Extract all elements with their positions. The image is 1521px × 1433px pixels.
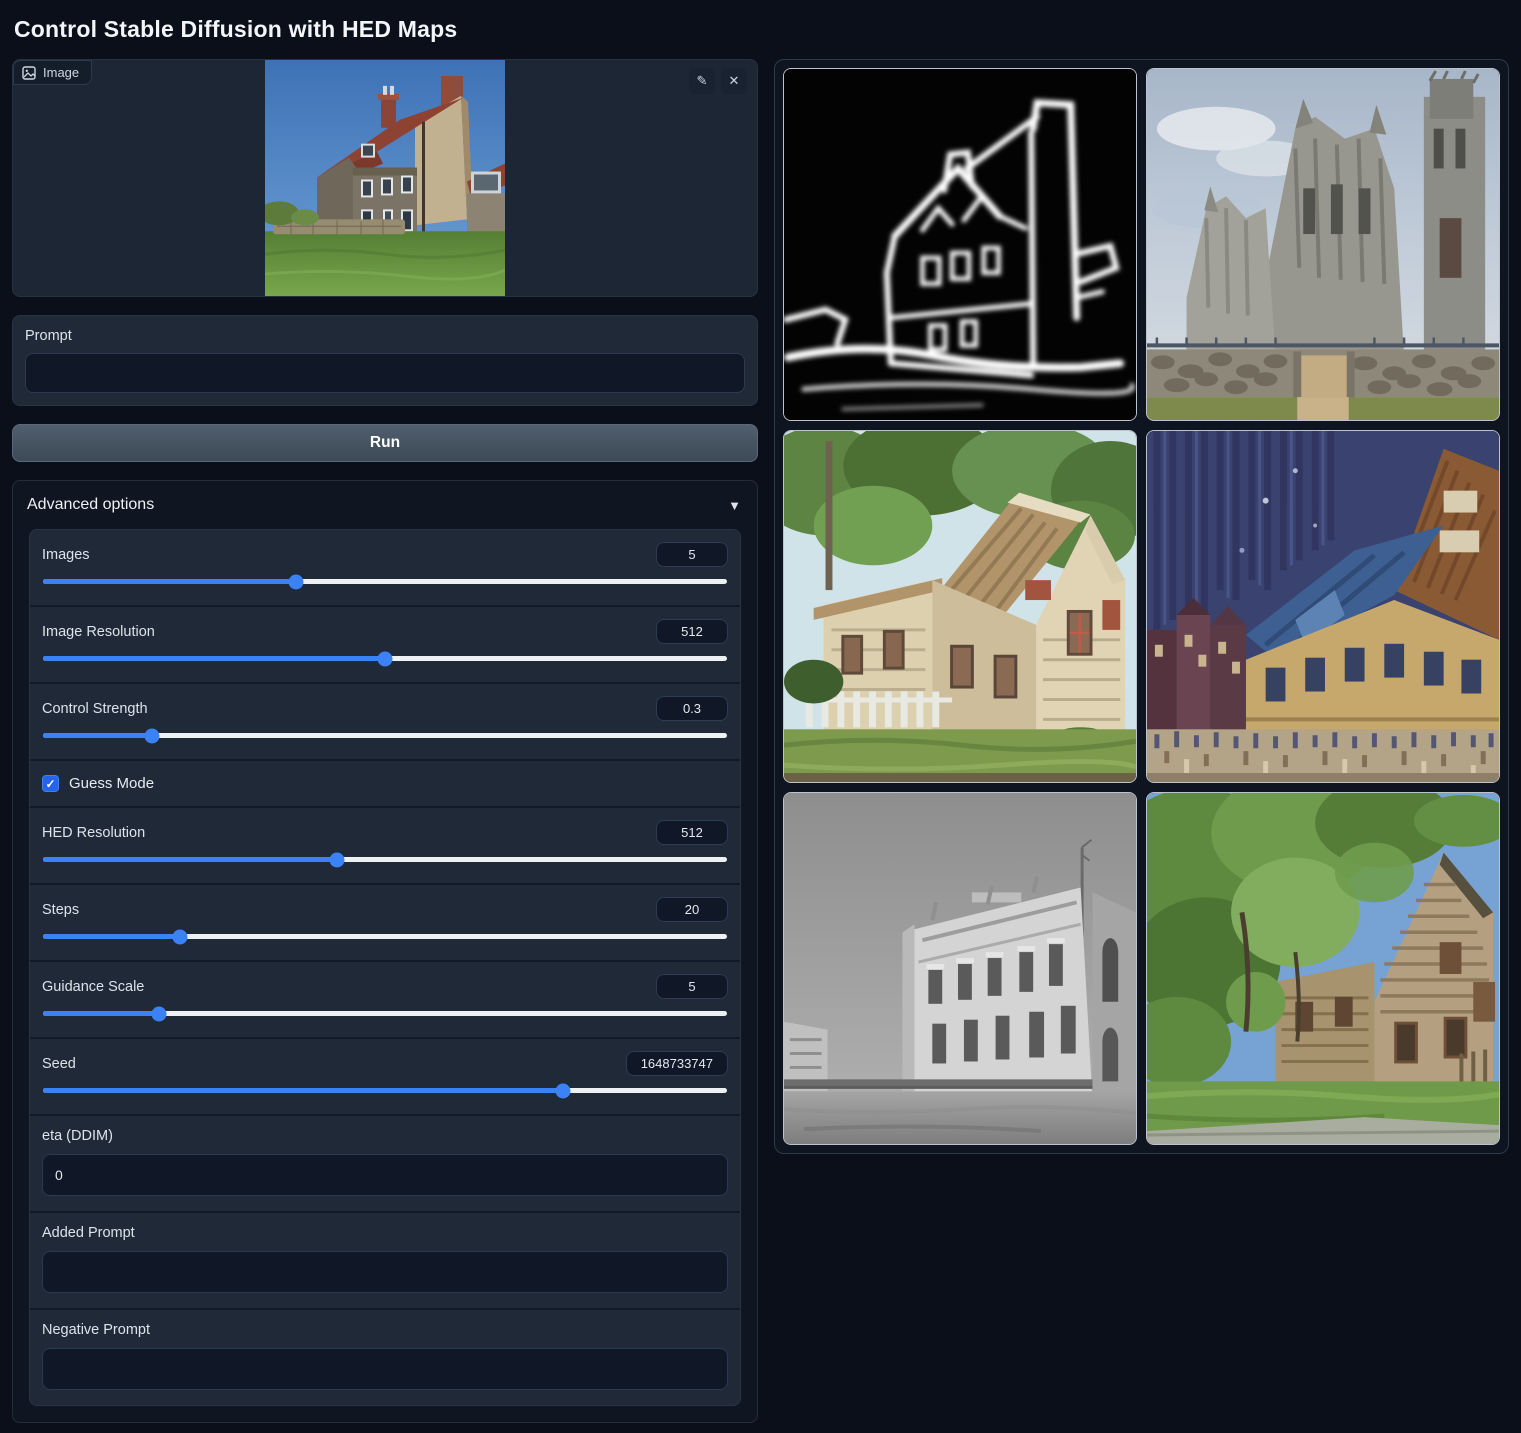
slider-label: HED Resolution [42,825,145,841]
edit-image-button[interactable]: ✎ [689,68,715,94]
slider-row-hed-resolution: HED Resolution 512 [30,806,740,883]
gallery-item-cathedral[interactable] [1146,68,1500,421]
slider-track[interactable] [43,1011,727,1016]
prompt-block: Prompt [12,315,758,406]
uploaded-house-photo [265,60,505,296]
slider-handle[interactable] [330,852,345,867]
slider-row-steps: Steps 20 [30,883,740,960]
grayscale-image [784,793,1136,1144]
hed-map-image [784,69,1136,420]
slider-row-control-strength: Control Strength 0.3 [30,682,740,759]
slider-row-image-resolution: Image Resolution 512 [30,605,740,682]
cottage-image [784,431,1136,782]
eta-ddim-row: eta (DDIM) [30,1114,740,1211]
result-gallery [774,59,1509,1154]
added-prompt-row: Added Prompt [30,1211,740,1308]
gallery-item-painted-cottage[interactable] [783,430,1137,783]
chevron-down-icon: ▼ [728,498,741,513]
slider-value-box[interactable]: 512 [656,820,728,845]
gallery-item-stone-house[interactable] [1146,792,1500,1145]
slider-row-guidance-scale: Guidance Scale 5 [30,960,740,1037]
impressionist-image [1147,431,1499,782]
run-button[interactable]: Run [12,424,758,462]
slider-label: Steps [42,902,79,918]
slider-track[interactable] [43,579,727,584]
gallery-item-grayscale-building[interactable] [783,792,1137,1145]
eta-ddim-input[interactable] [42,1154,728,1196]
close-icon: ✕ [729,73,740,89]
slider-track[interactable] [43,857,727,862]
advanced-options-header[interactable]: Advanced options ▼ [13,481,757,527]
negative-prompt-label: Negative Prompt [42,1322,728,1338]
slider-handle[interactable] [289,574,304,589]
slider-handle[interactable] [172,929,187,944]
slider-label: Control Strength [42,701,148,717]
guess-mode-label: Guess Mode [69,775,154,792]
slider-row-images: Images 5 [30,530,740,605]
guess-mode-row: ✓ Guess Mode [30,759,740,806]
image-input-label: Image [43,65,79,80]
image-input-block[interactable]: Image ✎ ✕ [12,59,758,297]
eta-ddim-label: eta (DDIM) [42,1128,728,1144]
slider-handle[interactable] [555,1083,570,1098]
negative-prompt-input[interactable] [42,1348,728,1390]
slider-value-box[interactable]: 5 [656,542,728,567]
slider-track[interactable] [43,934,727,939]
stone-house-image [1147,793,1499,1144]
slider-handle[interactable] [378,651,393,666]
prompt-label: Prompt [25,328,745,344]
negative-prompt-row: Negative Prompt [30,1308,740,1405]
page-title: Control Stable Diffusion with HED Maps [14,16,1509,43]
slider-value-box[interactable]: 20 [656,897,728,922]
slider-value-box[interactable]: 5 [656,974,728,999]
slider-value-box[interactable]: 0.3 [656,696,728,721]
controls-column: Image ✎ ✕ [12,59,758,1423]
prompt-input[interactable] [25,353,745,393]
added-prompt-input[interactable] [42,1251,728,1293]
image-icon [22,66,36,80]
pencil-icon: ✎ [697,73,708,89]
slider-handle[interactable] [145,728,160,743]
slider-value-box[interactable]: 1648733747 [626,1051,728,1076]
slider-track[interactable] [43,733,727,738]
slider-value-box[interactable]: 512 [656,619,728,644]
image-input-badge: Image [13,60,92,85]
gallery-item-hed-edge-map[interactable] [783,68,1137,421]
clear-image-button[interactable]: ✕ [721,68,747,94]
slider-label: Images [42,547,90,563]
slider-label: Image Resolution [42,624,155,640]
advanced-options-accordion: Advanced options ▼ Images 5 [12,480,758,1423]
gallery-item-impressionist-building[interactable] [1146,430,1500,783]
guess-mode-checkbox[interactable]: ✓ [42,775,59,792]
advanced-controls-group: Images 5 Image Resolution 512 [29,529,741,1406]
slider-handle[interactable] [152,1006,167,1021]
slider-label: Guidance Scale [42,979,144,995]
slider-label: Seed [42,1056,76,1072]
check-icon: ✓ [45,777,55,791]
slider-row-seed: Seed 1648733747 [30,1037,740,1114]
cathedral-image [1147,69,1499,420]
advanced-options-title: Advanced options [27,496,154,514]
added-prompt-label: Added Prompt [42,1225,728,1241]
app-page: Control Stable Diffusion with HED Maps I… [0,0,1521,1433]
slider-track[interactable] [43,656,727,661]
slider-track[interactable] [43,1088,727,1093]
